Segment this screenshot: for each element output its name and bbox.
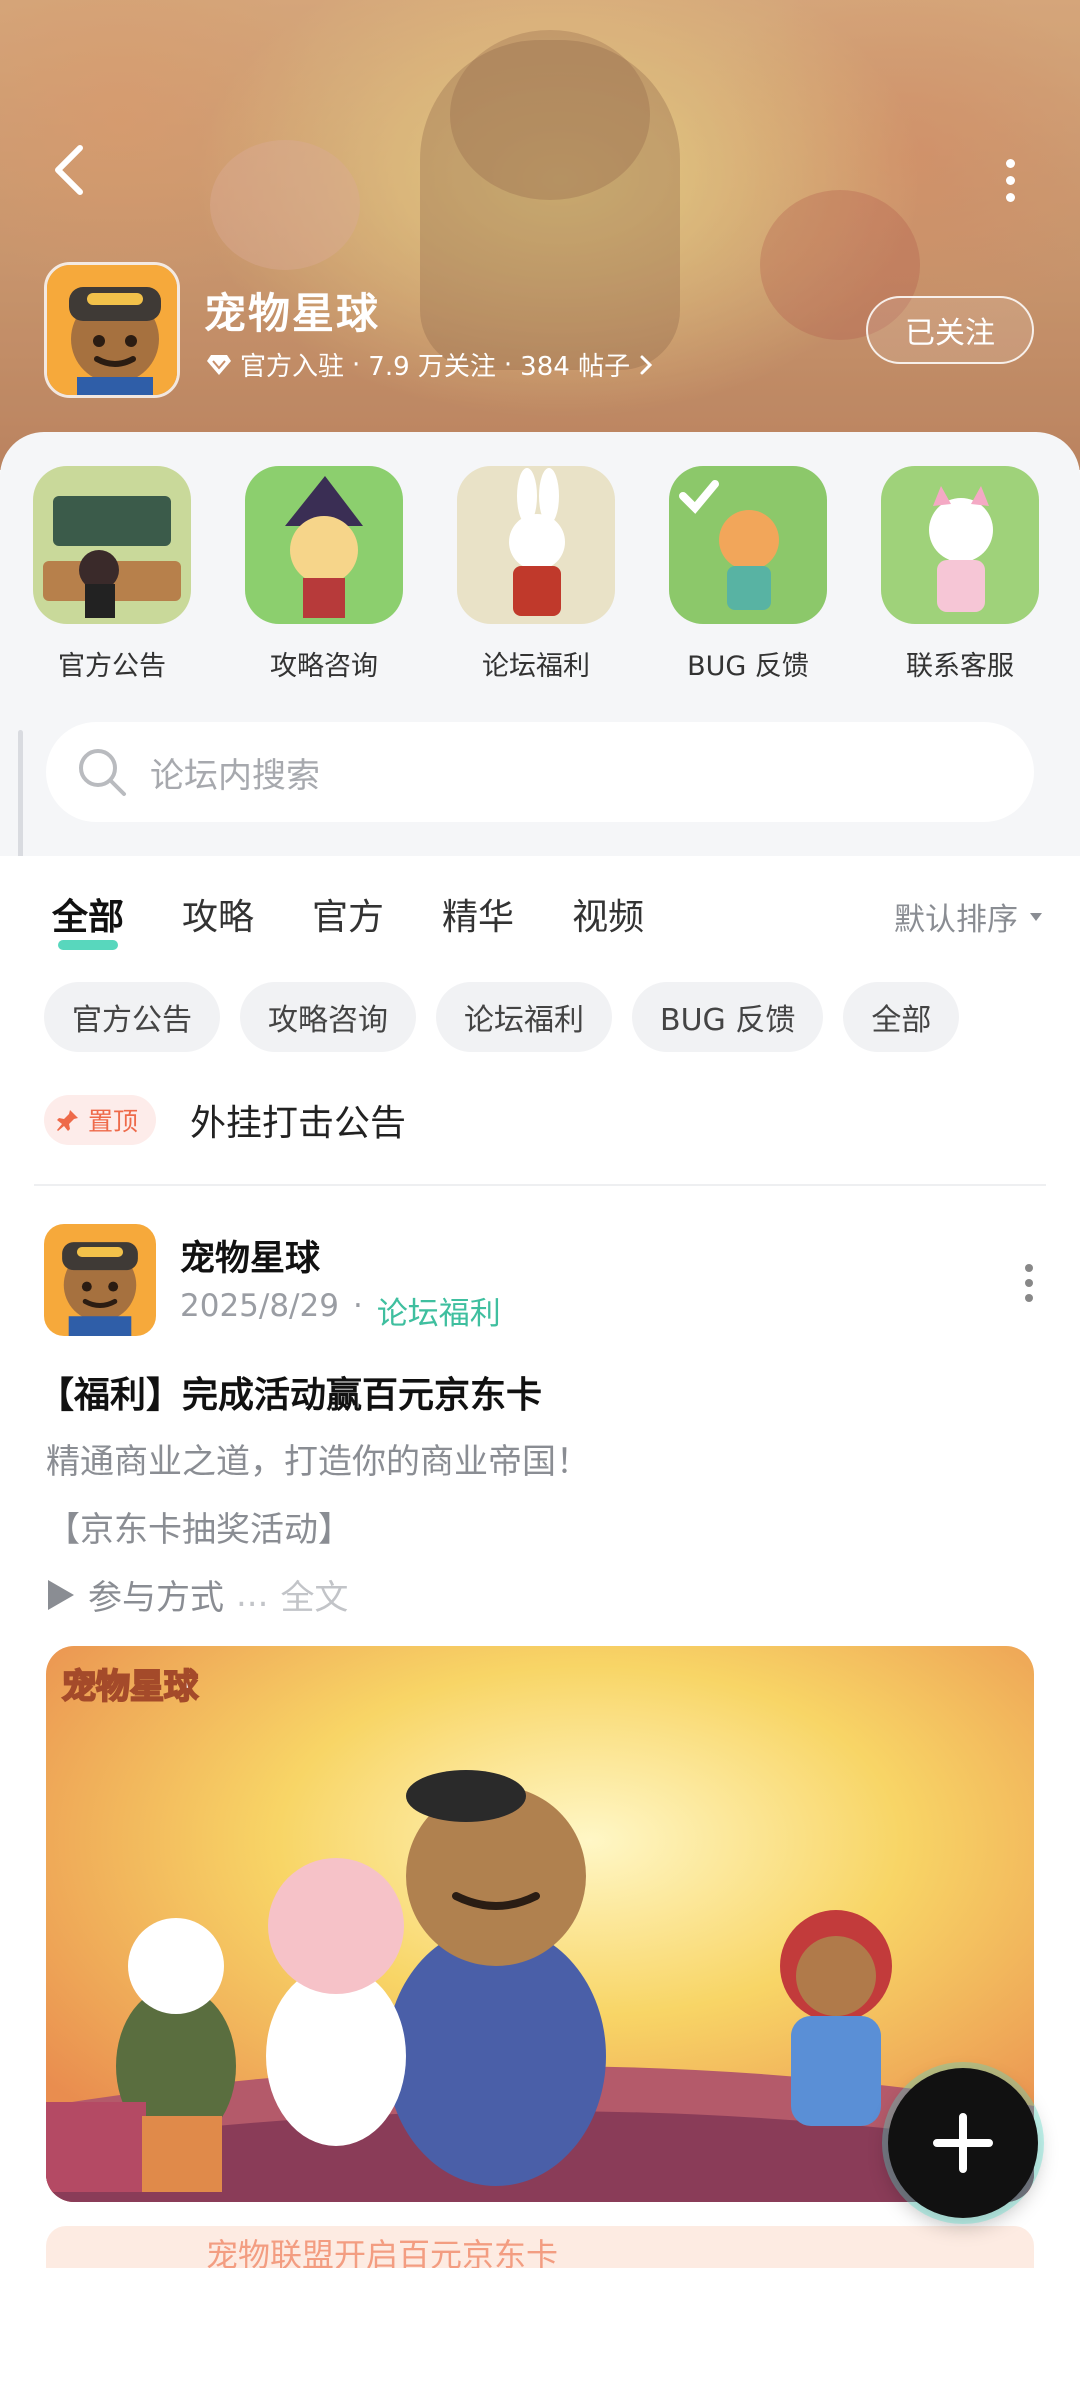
promo-banner[interactable]: 宠物联盟开启百元京东卡 <box>46 2226 1034 2268</box>
forum-meta[interactable]: 官方入驻 · 7.9 万关注 · 384 帖子 <box>206 346 654 383</box>
chevron-left-icon <box>55 145 83 195</box>
search-icon <box>79 749 126 796</box>
post-meta: 2025/8/29 · 论坛福利 <box>180 1288 501 1333</box>
tab-label: 视频 <box>572 897 645 938</box>
pin-icon <box>57 1110 78 1131</box>
more-dot <box>1005 175 1015 185</box>
create-post-button[interactable] <box>888 2068 1038 2218</box>
pinned-title: 外挂打击公告 <box>190 1103 407 1144</box>
post-excerpt-line: 精通商业之道，打造你的商业帝国！ <box>46 1442 590 1482</box>
excerpt-ellipsis: ... <box>236 1574 269 1615</box>
quick-link-customer-service[interactable]: 联系客服 <box>880 466 1040 683</box>
read-full-link[interactable]: 全文 <box>280 1570 348 1619</box>
meta-separator: · <box>352 1288 363 1324</box>
sort-dropdown[interactable]: 默认排序 <box>894 894 1044 939</box>
quick-link-label: 攻略咨询 <box>270 651 378 682</box>
chip-welfare[interactable]: 论坛福利 <box>436 982 612 1052</box>
customer-service-icon <box>881 466 1039 624</box>
post-excerpt-line: 【京东卡抽奖活动】 <box>46 1510 352 1550</box>
promo-text: 宠物联盟开启百元京东卡 <box>206 2236 559 2268</box>
post-title[interactable]: 【福利】完成活动赢百元京东卡 <box>38 1366 542 1418</box>
chip-announcement[interactable]: 官方公告 <box>44 982 220 1052</box>
follow-button[interactable]: 已关注 <box>866 296 1034 364</box>
search-input[interactable]: 论坛内搜索 <box>46 722 1034 822</box>
forum-avatar[interactable] <box>44 262 180 398</box>
announcement-icon <box>33 466 191 624</box>
tab-label: 精华 <box>442 897 515 938</box>
chevron-right-icon <box>640 355 653 374</box>
chip-all[interactable]: 全部 <box>843 982 960 1052</box>
followers-count: 7.9 万关注 <box>368 352 496 382</box>
image-logo: 宠物星球 <box>62 1667 199 1707</box>
sort-label: 默认排序 <box>894 902 1018 938</box>
plus-icon <box>933 2113 993 2173</box>
more-dot <box>1025 1279 1033 1287</box>
verified-label: 官方入驻 <box>240 352 345 382</box>
quick-links: 官方公告 攻略咨询 论坛福利 BUG 反馈 联系客服 <box>0 466 1080 686</box>
author-avatar[interactable] <box>44 1224 156 1336</box>
more-options-button[interactable] <box>990 150 1030 210</box>
chip-bug-feedback[interactable]: BUG 反馈 <box>632 982 824 1052</box>
tab-all[interactable]: 全部 <box>52 888 125 950</box>
bear-mascot-icon <box>47 265 177 395</box>
banner-shade <box>0 0 1080 470</box>
tab-label: 全部 <box>52 897 125 938</box>
post-date: 2025/8/29 <box>180 1288 339 1324</box>
quick-link-label: BUG 反馈 <box>687 651 809 682</box>
meta-separator: · <box>352 349 361 380</box>
quick-link-label: 联系客服 <box>906 651 1014 682</box>
guide-icon <box>245 466 403 624</box>
divider <box>34 1184 1046 1186</box>
tab-label: 攻略 <box>182 897 255 938</box>
caret-down-icon <box>1030 912 1042 921</box>
bug-feedback-icon <box>669 466 827 624</box>
pinned-badge: 置顶 <box>44 1095 157 1145</box>
tab-label: 官方 <box>312 897 385 938</box>
filter-chips: 官方公告 攻略咨询 论坛福利 BUG 反馈 全部 <box>44 982 960 1052</box>
more-dots-icon <box>1025 1264 1033 1272</box>
quick-link-label: 论坛福利 <box>482 651 590 682</box>
forum-banner <box>0 0 1080 470</box>
back-button[interactable] <box>40 140 100 200</box>
forum-title: 宠物星球 <box>204 289 381 338</box>
author-name[interactable]: 宠物星球 <box>180 1230 320 1281</box>
more-dot <box>1005 192 1015 202</box>
category-tabs: 全部 攻略 官方 精华 视频 <box>52 888 702 950</box>
post-excerpt-text: 参与方式 <box>88 1578 224 1618</box>
tab-active-indicator <box>58 940 118 950</box>
pinned-badge-label: 置顶 <box>88 1107 139 1136</box>
quick-link-bug-feedback[interactable]: BUG 反馈 <box>668 466 828 683</box>
post-more-button[interactable] <box>1014 1258 1044 1308</box>
meta-separator: · <box>503 349 513 380</box>
tab-video[interactable]: 视频 <box>572 888 644 940</box>
chip-guide[interactable]: 攻略咨询 <box>240 982 416 1052</box>
quick-link-welfare[interactable]: 论坛福利 <box>456 466 616 683</box>
tab-guides[interactable]: 攻略 <box>182 888 254 940</box>
more-dot <box>1025 1294 1033 1302</box>
bear-mascot-icon <box>44 1224 156 1336</box>
diamond-verified-icon <box>207 354 231 375</box>
tab-official[interactable]: 官方 <box>312 888 384 940</box>
tab-featured[interactable]: 精华 <box>442 888 514 940</box>
quick-link-guide[interactable]: 攻略咨询 <box>244 466 404 683</box>
search-placeholder: 论坛内搜索 <box>150 755 320 796</box>
post-header: 宠物星球 2025/8/29 · 论坛福利 <box>44 1224 1044 1340</box>
more-dots-icon <box>1005 158 1015 168</box>
posts-count: 384 帖子 <box>520 352 631 382</box>
post-excerpt-line: 参与方式 ... 全文 <box>46 1570 348 1619</box>
welfare-icon <box>457 466 615 624</box>
pinned-post[interactable]: 置顶 外挂打击公告 <box>44 1094 406 1146</box>
quick-link-announcement[interactable]: 官方公告 <box>32 466 192 683</box>
post-category[interactable]: 论坛福利 <box>377 1288 501 1333</box>
quick-link-label: 官方公告 <box>58 651 166 682</box>
play-triangle-icon <box>48 1579 74 1610</box>
post-image[interactable]: 宠物星球 <box>46 1646 1034 2202</box>
